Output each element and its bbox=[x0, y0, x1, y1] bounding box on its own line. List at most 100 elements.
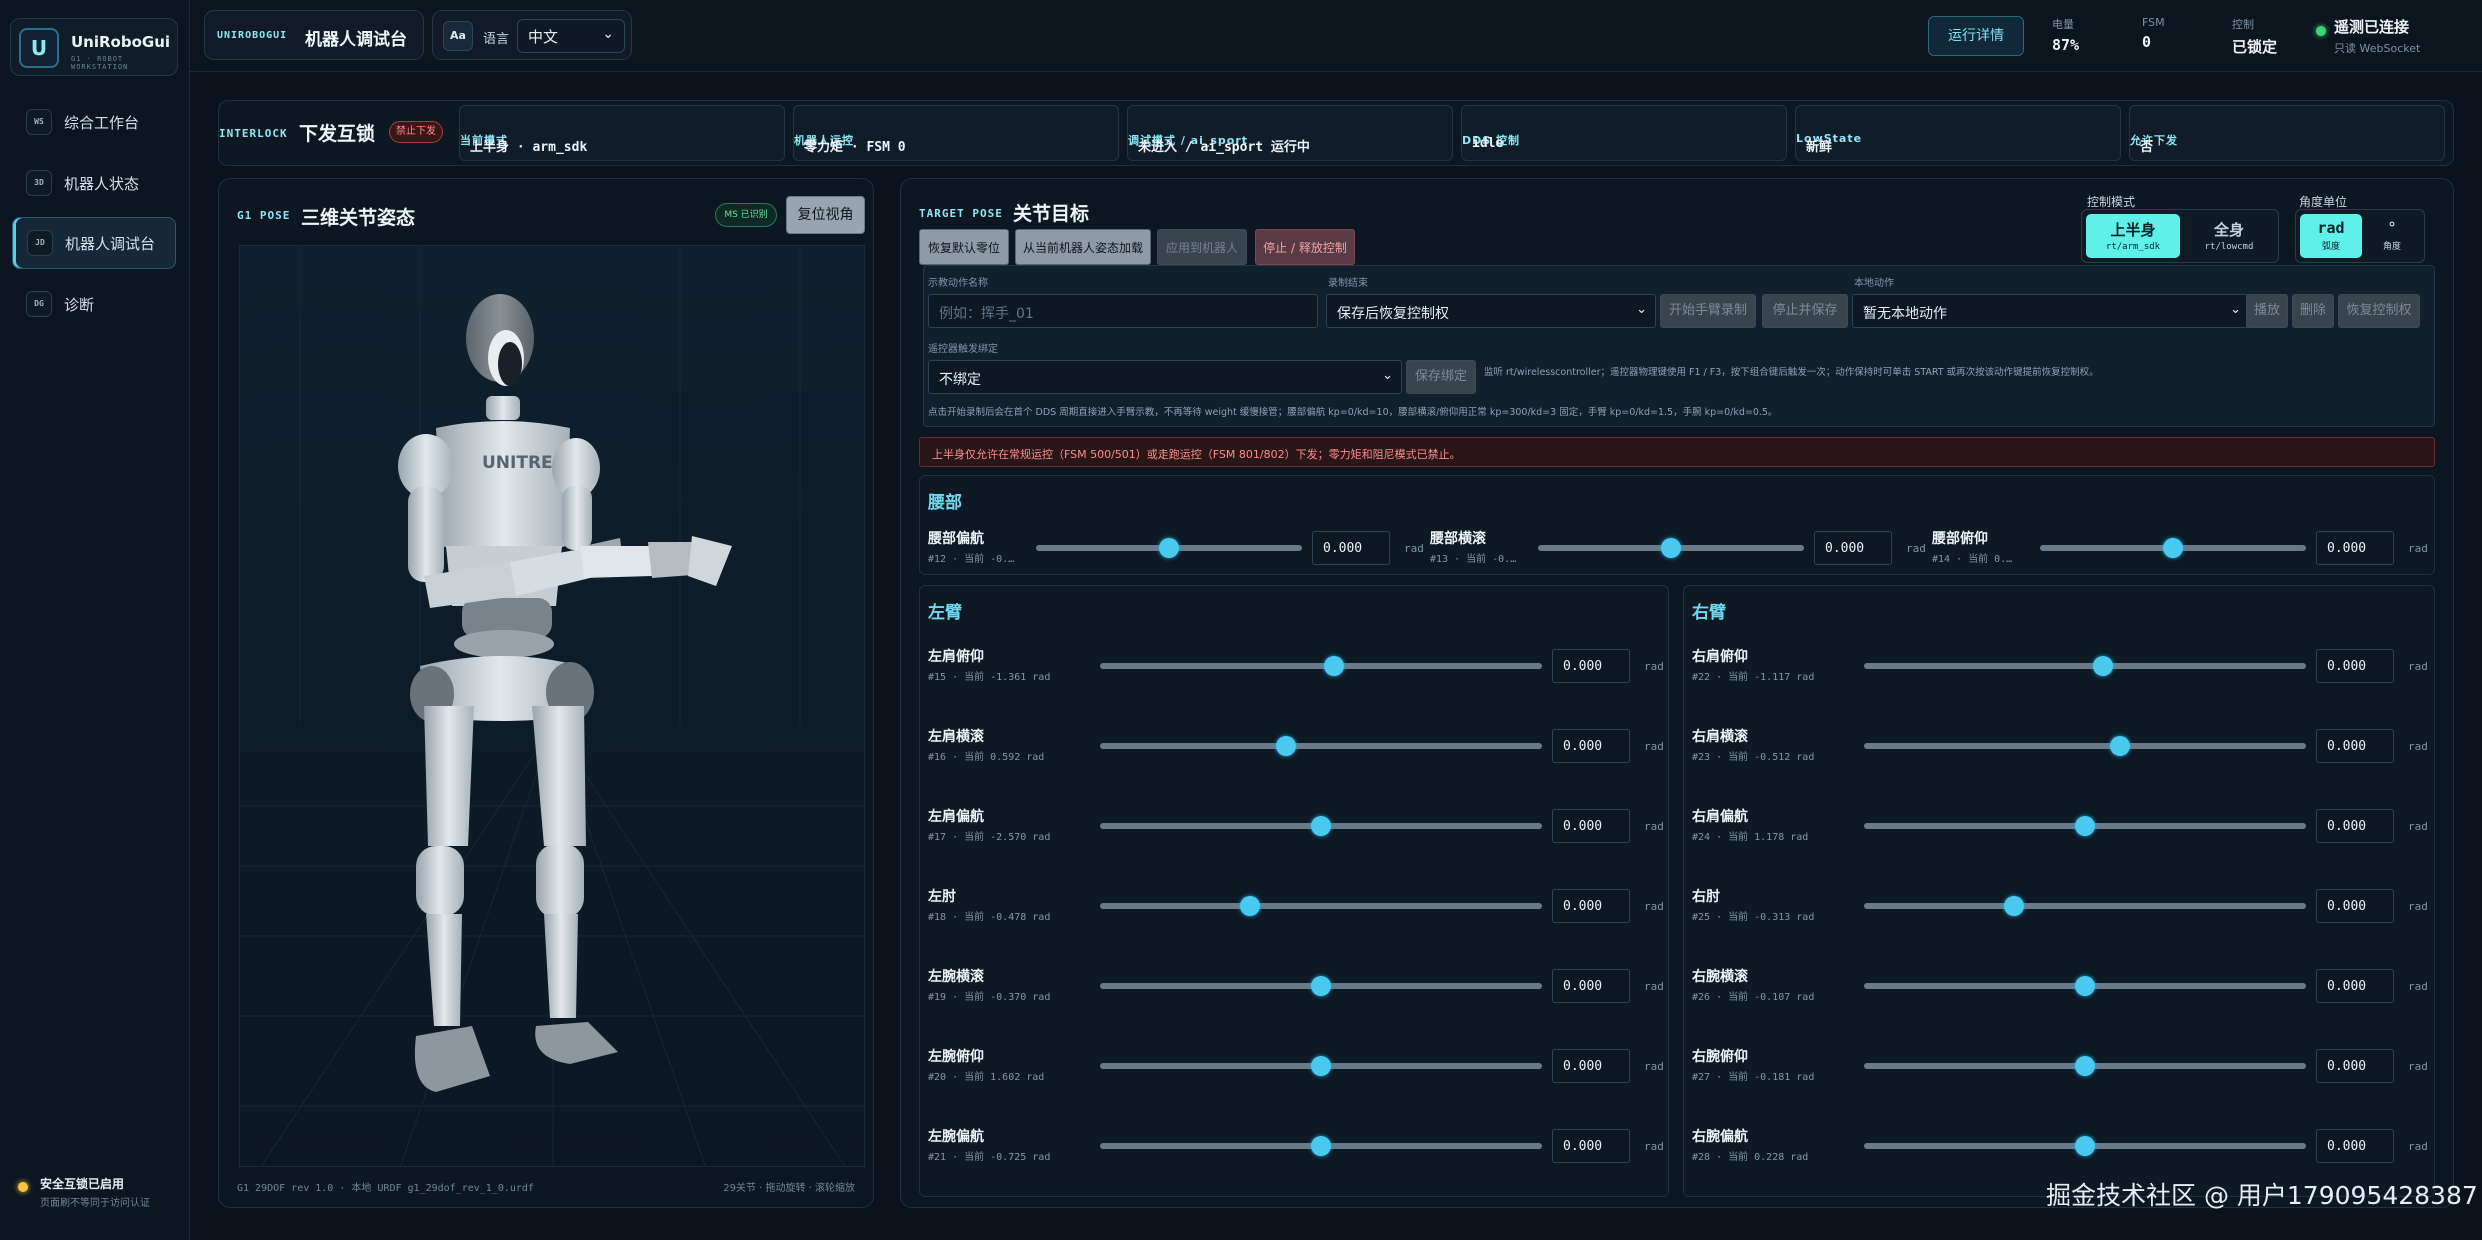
mode-upper-body[interactable]: 上半身 rt/arm_sdk bbox=[2086, 214, 2180, 258]
joint-slider[interactable] bbox=[1100, 976, 1542, 996]
slider-handle[interactable] bbox=[1661, 538, 1681, 558]
joint-slider[interactable] bbox=[1864, 816, 2306, 836]
slider-handle[interactable] bbox=[2110, 736, 2131, 756]
start-recording-button[interactable]: 开始手臂录制 bbox=[1660, 294, 1756, 328]
joint-value-input[interactable]: 0.000 bbox=[2316, 969, 2394, 1003]
slider-handle[interactable] bbox=[1240, 896, 1261, 916]
angle-unit-label: 角度单位 bbox=[2299, 195, 2348, 209]
local-action-select[interactable]: 暂无本地动作 ⌄ bbox=[1852, 294, 2250, 328]
joint-slider[interactable] bbox=[1100, 1136, 1542, 1156]
stat-value: 已锁定 bbox=[2232, 38, 2278, 56]
joint-slider[interactable] bbox=[1100, 1056, 1542, 1076]
mode-whole-body[interactable]: 全身 rt/lowcmd bbox=[2182, 214, 2276, 258]
sidebar-item-label: 机器人调试台 bbox=[65, 234, 156, 253]
joint-value-input[interactable]: 0.000 bbox=[2316, 809, 2394, 843]
joint-name: 腰部俯仰 bbox=[1932, 531, 1988, 547]
joint-name: 左腕横滚 bbox=[928, 969, 984, 985]
joint-slider[interactable] bbox=[1864, 736, 2306, 756]
interlock-cell: 当前模式 上半身 · arm_sdk bbox=[459, 105, 785, 161]
slider-handle[interactable] bbox=[2004, 896, 2025, 916]
joint-slider[interactable] bbox=[1864, 976, 2306, 996]
slider-handle[interactable] bbox=[2075, 976, 2095, 996]
joint-value-input[interactable]: 0.000 bbox=[1552, 969, 1630, 1003]
page-title: 机器人调试台 bbox=[305, 30, 407, 50]
play-button[interactable]: 播放 bbox=[2246, 294, 2288, 328]
stop-save-button[interactable]: 停止并保存 bbox=[1762, 294, 1848, 328]
joint-slider[interactable] bbox=[1100, 656, 1542, 676]
language-select[interactable]: 中文 ⌄ bbox=[517, 19, 625, 53]
sidebar-item-robot-status[interactable]: 3D 机器人状态 bbox=[12, 157, 176, 209]
unit-degree[interactable]: ° 角度 bbox=[2362, 214, 2422, 258]
sidebar-item-diagnostics[interactable]: DG 诊断 bbox=[12, 278, 176, 330]
apply-to-robot-button[interactable]: 应用到机器人 bbox=[1157, 229, 1247, 265]
slider-handle[interactable] bbox=[1311, 1056, 1331, 1076]
action-name-input[interactable]: 例如：挥手_01 bbox=[928, 294, 1318, 328]
joint-value-input[interactable]: 0.000 bbox=[1814, 531, 1892, 565]
joint-value-input[interactable]: 0.000 bbox=[1552, 809, 1630, 843]
slider-handle[interactable] bbox=[1275, 736, 1296, 756]
joint-value-input[interactable]: 0.000 bbox=[2316, 1129, 2394, 1163]
joint-slider[interactable] bbox=[2040, 538, 2306, 558]
slider-handle[interactable] bbox=[1159, 538, 1179, 558]
joint-value-input[interactable]: 0.000 bbox=[1552, 1129, 1630, 1163]
slider-handle[interactable] bbox=[2092, 656, 2113, 676]
joint-value-input[interactable]: 0.000 bbox=[1552, 1049, 1630, 1083]
joint-slider[interactable] bbox=[1864, 656, 2306, 676]
joint-value-input[interactable]: 0.000 bbox=[1552, 889, 1630, 923]
joint-value-input[interactable]: 0.000 bbox=[2316, 1049, 2394, 1083]
sidebar-item-debug-console[interactable]: JD 机器人调试台 bbox=[12, 217, 176, 269]
joint-unit: rad bbox=[2408, 900, 2428, 913]
joint-slider[interactable] bbox=[1100, 816, 1542, 836]
controller-bind-select[interactable]: 不绑定 ⌄ bbox=[928, 360, 1402, 394]
record-end-select[interactable]: 保存后恢复控制权 ⌄ bbox=[1326, 294, 1656, 328]
brand-subtitle: G1 · ROBOT WORKSTATION bbox=[71, 55, 129, 71]
stop-release-control-button[interactable]: 停止 / 释放控制 bbox=[1255, 229, 1355, 265]
joint-slider[interactable] bbox=[1864, 896, 2306, 916]
brand[interactable]: U UniRoboGui G1 · ROBOT WORKSTATION bbox=[10, 18, 178, 76]
sidebar-item-workbench[interactable]: WS 综合工作台 bbox=[12, 96, 176, 148]
slider-handle[interactable] bbox=[1311, 976, 1331, 996]
stat-fsm: FSM 0 bbox=[2142, 16, 2165, 51]
slider-handle[interactable] bbox=[2163, 538, 2183, 558]
mesh-status-badge: MS 已识别 bbox=[715, 203, 777, 227]
joint-unit: rad bbox=[2408, 542, 2428, 555]
slider-handle[interactable] bbox=[1311, 816, 1331, 836]
restore-control-button[interactable]: 恢复控制权 bbox=[2338, 294, 2420, 328]
slider-handle[interactable] bbox=[1324, 656, 1345, 676]
recording-hint: 点击开始录制后会在首个 DDS 周期直接进入手臂示教，不再等待 weight 缓… bbox=[928, 407, 1778, 418]
group-title: 左臂 bbox=[928, 603, 962, 623]
restore-default-zero-button[interactable]: 恢复默认零位 bbox=[919, 229, 1009, 265]
robot-3d-viewport[interactable]: UNITREE bbox=[239, 245, 865, 1167]
joint-value-input[interactable]: 0.000 bbox=[2316, 649, 2394, 683]
reset-view-button[interactable]: 复位视角 bbox=[786, 196, 865, 234]
breadcrumb: UNIROBOGUI 机器人调试台 bbox=[204, 10, 424, 60]
record-end-label: 录制结束 bbox=[1328, 278, 1368, 289]
unit-rad[interactable]: rad 弧度 bbox=[2300, 214, 2362, 258]
joint-unit: rad bbox=[1404, 542, 1424, 555]
run-details-button[interactable]: 运行详情 bbox=[1928, 16, 2024, 56]
joint-value-input[interactable]: 0.000 bbox=[1552, 649, 1630, 683]
option-sub: rt/lowcmd bbox=[2204, 242, 2254, 252]
joint-value-input[interactable]: 0.000 bbox=[2316, 889, 2394, 923]
joint-unit: rad bbox=[2408, 820, 2428, 833]
slider-handle[interactable] bbox=[2075, 1056, 2095, 1076]
joint-slider[interactable] bbox=[1538, 538, 1804, 558]
joint-value-input[interactable]: 0.000 bbox=[2316, 531, 2394, 565]
slider-handle[interactable] bbox=[2075, 816, 2095, 836]
delete-button[interactable]: 删除 bbox=[2292, 294, 2334, 328]
load-current-pose-button[interactable]: 从当前机器人姿态加载 bbox=[1015, 229, 1151, 265]
option-sub: rt/arm_sdk bbox=[2105, 242, 2161, 252]
joint-value-input[interactable]: 0.000 bbox=[1552, 729, 1630, 763]
slider-handle[interactable] bbox=[2075, 1136, 2095, 1156]
slider-handle[interactable] bbox=[1311, 1136, 1331, 1156]
joint-slider[interactable] bbox=[1036, 538, 1302, 558]
joint-value-input[interactable]: 0.000 bbox=[1312, 531, 1390, 565]
control-mode-switch: 上半身 rt/arm_sdk 全身 rt/lowcmd bbox=[2081, 209, 2279, 263]
joint-slider[interactable] bbox=[1864, 1136, 2306, 1156]
target-key: TARGET POSE bbox=[919, 207, 1003, 220]
joint-slider[interactable] bbox=[1100, 896, 1542, 916]
joint-value-input[interactable]: 0.000 bbox=[2316, 729, 2394, 763]
joint-slider[interactable] bbox=[1100, 736, 1542, 756]
save-binding-button[interactable]: 保存绑定 bbox=[1406, 360, 1476, 394]
joint-slider[interactable] bbox=[1864, 1056, 2306, 1076]
